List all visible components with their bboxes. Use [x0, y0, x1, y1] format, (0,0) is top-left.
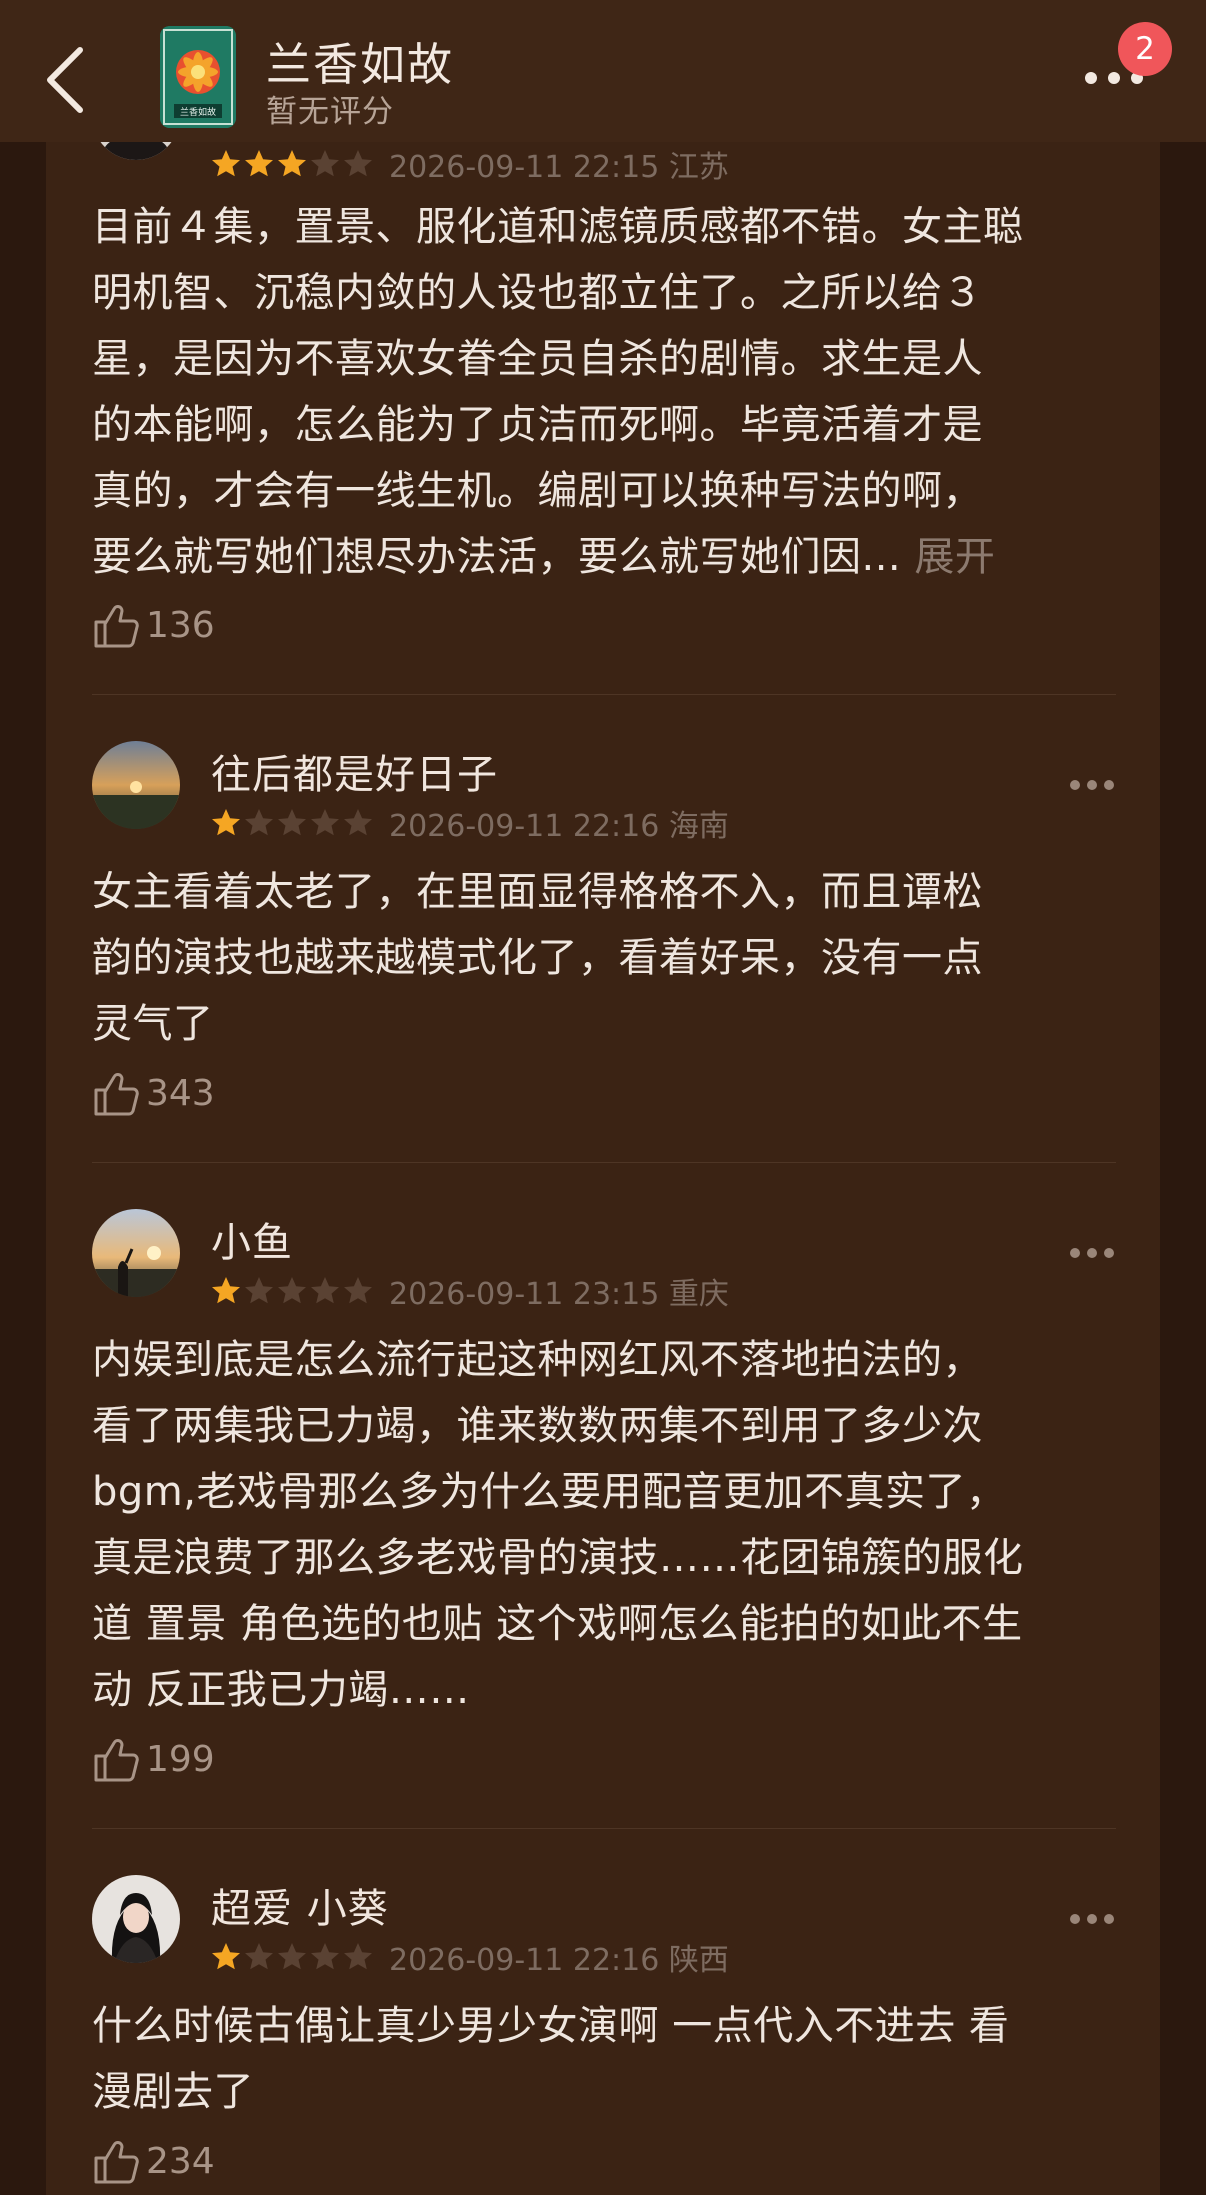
more-options-icon[interactable] — [1069, 1911, 1115, 1925]
page: 2026-09-11 22:15 江苏 目前４集，置景、服化道和滤镜质感都不错。… — [0, 0, 1206, 2195]
star-empty-icon — [311, 809, 339, 836]
divider — [92, 1162, 1116, 1163]
rating-stars — [210, 1275, 375, 1307]
comment-line: 星，是因为不喜欢女眷全员自杀的剧情。求生是人 — [92, 336, 983, 382]
star-empty-icon — [245, 809, 273, 836]
star-empty-icon — [278, 809, 306, 836]
more-options-icon[interactable] — [1069, 1245, 1115, 1259]
comment-text[interactable]: 目前４集，置景、服化道和滤镜质感都不错。女主聪 明机智、沉稳内敛的人设也都立住了… — [92, 194, 1116, 590]
like-count: 199 — [146, 1738, 215, 1780]
avatar[interactable] — [92, 1875, 180, 1963]
like-button[interactable]: 199 — [92, 1734, 215, 1786]
comment-meta: 2026-09-11 22:16 陕西 — [210, 1935, 729, 1978]
comment-line: 内娱到底是怎么流行起这种网红风不落地拍法的， — [92, 1337, 983, 1383]
comment-meta: 2026-09-11 22:15 江苏 — [210, 142, 729, 185]
comment-line: 明机智、沉稳内敛的人设也都立住了。之所以给３ — [92, 270, 983, 316]
comment-meta: 2026-09-11 23:15 重庆 — [210, 1269, 729, 1312]
comment-text[interactable]: 女主看着太老了，在里面显得格格不入，而且谭松 韵的演技也越来越模式化了，看着好呆… — [92, 859, 1116, 1057]
notification-badge: 2 — [1118, 22, 1172, 76]
comment-time-location: 2026-09-11 22:15 江苏 — [389, 150, 729, 185]
star-empty-icon — [344, 150, 372, 177]
like-button[interactable]: 136 — [92, 600, 215, 652]
star-empty-icon — [344, 1277, 372, 1304]
username[interactable]: 往后都是好日子 — [211, 742, 498, 800]
username[interactable]: 超爱 小葵 — [211, 1876, 389, 1934]
comment-line: 目前４集，置景、服化道和滤镜质感都不错。女主聪 — [92, 204, 1024, 250]
comment-time-location: 2026-09-11 22:16 陕西 — [389, 1943, 729, 1978]
thumbs-up-icon — [94, 1073, 139, 1116]
expand-link[interactable]: 展开 — [914, 534, 995, 580]
avatar[interactable] — [92, 1209, 180, 1297]
comment-line: 道 置景 角色选的也贴 这个戏啊怎么能拍的如此不生 — [92, 1601, 1023, 1647]
left-margin — [0, 0, 46, 2195]
comment-meta: 2026-09-11 22:16 海南 — [210, 801, 729, 844]
back-button[interactable] — [40, 40, 96, 120]
comment-line: 的本能啊，怎么能为了贞洁而死啊。毕竟活着才是 — [92, 402, 983, 448]
star-empty-icon — [245, 1277, 273, 1304]
like-button[interactable]: 343 — [92, 1068, 215, 1120]
back-arrow-icon — [47, 47, 83, 113]
comment-line: 灵气了 — [92, 1001, 214, 1047]
star-empty-icon — [311, 1277, 339, 1304]
star-empty-icon — [278, 1277, 306, 1304]
rating-stars — [210, 807, 375, 839]
comment-line: 看了两集我已力竭，谁来数数两集不到用了多少次 — [92, 1403, 983, 1449]
username[interactable]: 小鱼 — [211, 1210, 293, 1268]
comment-line: 动 反正我已力竭…… — [92, 1667, 470, 1713]
comment-line: 漫剧去了 — [92, 2069, 254, 2115]
comment-line: 什么时候古偶让真少男少女演啊 一点代入不进去 看 — [92, 2003, 1010, 2049]
star-empty-icon — [311, 1943, 339, 1970]
divider — [92, 1828, 1116, 1829]
star-filled-icon — [212, 1277, 240, 1304]
comment-time-location: 2026-09-11 23:15 重庆 — [389, 1277, 729, 1312]
right-margin — [1160, 0, 1206, 2195]
thumbs-up-icon — [94, 605, 139, 648]
star-empty-icon — [311, 150, 339, 177]
star-empty-icon — [344, 809, 372, 836]
star-filled-icon — [212, 1943, 240, 1970]
comment-line: 韵的演技也越来越模式化了，看着好呆，没有一点 — [92, 935, 983, 981]
star-filled-icon — [212, 809, 240, 836]
comment-line: bgm,老戏骨那么多为什么要用配音更加不真实了， — [92, 1469, 1007, 1515]
like-count: 136 — [146, 604, 215, 646]
thumbs-up-icon — [94, 2141, 139, 2184]
drama-cover[interactable]: 兰香如故 — [160, 26, 236, 128]
more-options-icon[interactable] — [1069, 777, 1115, 791]
comment-text[interactable]: 什么时候古偶让真少男少女演啊 一点代入不进去 看 漫剧去了 — [92, 1993, 1116, 2125]
comment-line: 真是浪费了那么多老戏骨的演技……花团锦簇的服化 — [92, 1535, 1024, 1581]
like-button[interactable]: 234 — [92, 2136, 215, 2188]
like-count: 343 — [146, 1072, 215, 1114]
avatar[interactable] — [92, 741, 180, 829]
star-filled-icon — [278, 150, 306, 177]
like-count: 234 — [146, 2140, 215, 2182]
star-empty-icon — [344, 1943, 372, 1970]
comment-text[interactable]: 内娱到底是怎么流行起这种网红风不落地拍法的， 看了两集我已力竭，谁来数数两集不到… — [92, 1327, 1116, 1723]
star-empty-icon — [278, 1943, 306, 1970]
star-filled-icon — [245, 150, 273, 177]
star-empty-icon — [245, 1943, 273, 1970]
comment-time-location: 2026-09-11 22:16 海南 — [389, 809, 729, 844]
rating-stars — [210, 148, 375, 180]
rating-subtitle: 暂无评分 — [266, 94, 394, 130]
comment-line: 女主看着太老了，在里面显得格格不入，而且谭松 — [92, 869, 983, 915]
thumbs-up-icon — [94, 1739, 139, 1782]
rating-stars — [210, 1941, 375, 1973]
comment-line: 真的，才会有一线生机。编剧可以换种写法的啊， — [92, 468, 983, 514]
top-bar: 兰香如故 兰香如故 暂无评分 2 — [0, 0, 1206, 142]
comment-line: 要么就写她们想尽办法活，要么就写她们因... — [92, 534, 902, 580]
divider — [92, 694, 1116, 695]
cover-text: 兰香如故 — [180, 106, 216, 118]
star-filled-icon — [212, 150, 240, 177]
page-title: 兰香如故 — [266, 38, 455, 91]
